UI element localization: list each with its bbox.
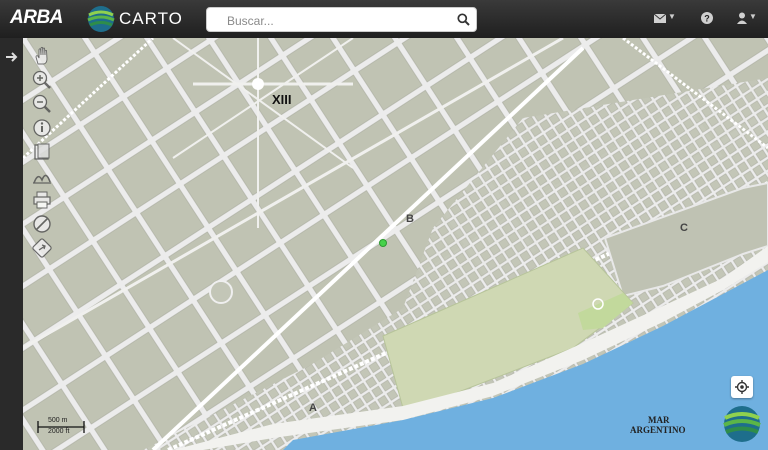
locate-button[interactable] (731, 376, 753, 398)
print-icon (33, 191, 51, 209)
search-input[interactable] (215, 11, 469, 30)
share-tool[interactable] (30, 236, 54, 260)
hand-icon (35, 46, 48, 65)
top-navbar: ARBA CARTO ▼ ? ▼ (0, 0, 768, 38)
share-icon (32, 238, 52, 258)
user-icon[interactable] (737, 12, 747, 24)
layers-tool[interactable] (30, 140, 54, 164)
side-panel-strip (0, 38, 23, 450)
zoom-out-icon (32, 94, 51, 113)
carto-corner-logo (723, 406, 761, 442)
locate-icon (735, 380, 749, 394)
scale-metric: 500 m (48, 417, 68, 424)
layers-icon (34, 143, 50, 160)
zoom-in-icon (32, 70, 51, 89)
map-canvas[interactable] (23, 38, 768, 450)
sector-label-b: B (406, 213, 414, 225)
info-icon (33, 119, 51, 137)
arrow-right-icon[interactable] (5, 50, 19, 64)
no-entry-icon (33, 215, 51, 233)
carto-globe-icon (87, 6, 115, 32)
svg-text:?: ? (704, 14, 710, 24)
chevron-down-icon[interactable]: ▼ (668, 12, 676, 21)
scale-imperial: 2000 ft (48, 428, 70, 435)
search-box (206, 7, 477, 32)
info-tool[interactable] (30, 116, 54, 140)
measure-icon (33, 174, 51, 184)
zoom-out-tool[interactable] (30, 92, 54, 116)
clear-tool[interactable] (30, 212, 54, 236)
carto-logo-text[interactable]: CARTO (119, 9, 183, 29)
arba-logo-text[interactable]: ARBA (10, 7, 63, 29)
search-icon[interactable] (457, 13, 470, 26)
sea-label-line2: ARGENTINO (630, 425, 686, 435)
envelope-icon[interactable] (654, 14, 666, 24)
zoom-in-tool[interactable] (30, 68, 54, 92)
sector-label-xiii: XIII (272, 92, 292, 107)
sector-label-a: A (309, 402, 317, 414)
pan-tool[interactable] (30, 44, 54, 68)
map-toolbar (30, 44, 54, 260)
sea-label-line1: MAR (648, 415, 670, 425)
measure-tool[interactable] (30, 164, 54, 188)
print-tool[interactable] (30, 188, 54, 212)
sector-label-c: C (680, 222, 688, 234)
help-icon[interactable]: ? (701, 12, 713, 24)
chevron-down-icon[interactable]: ▼ (749, 12, 757, 21)
